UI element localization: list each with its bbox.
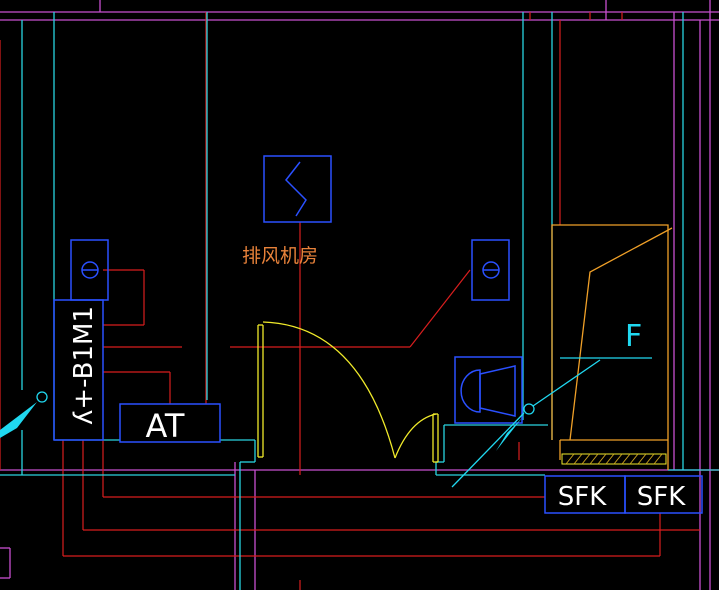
sfk-label-right: SFK	[637, 482, 686, 512]
cad-floor-plan: ʎ+-B1M1 AT SFK SFK 排风机房 F	[0, 0, 719, 590]
section-mark-label: F	[625, 319, 642, 354]
room-name-label: 排风机房	[242, 245, 318, 267]
at-label: AT	[146, 407, 185, 445]
sfk-label-left: SFK	[558, 482, 607, 512]
panel-id-label: ʎ+-B1M1	[69, 306, 99, 425]
